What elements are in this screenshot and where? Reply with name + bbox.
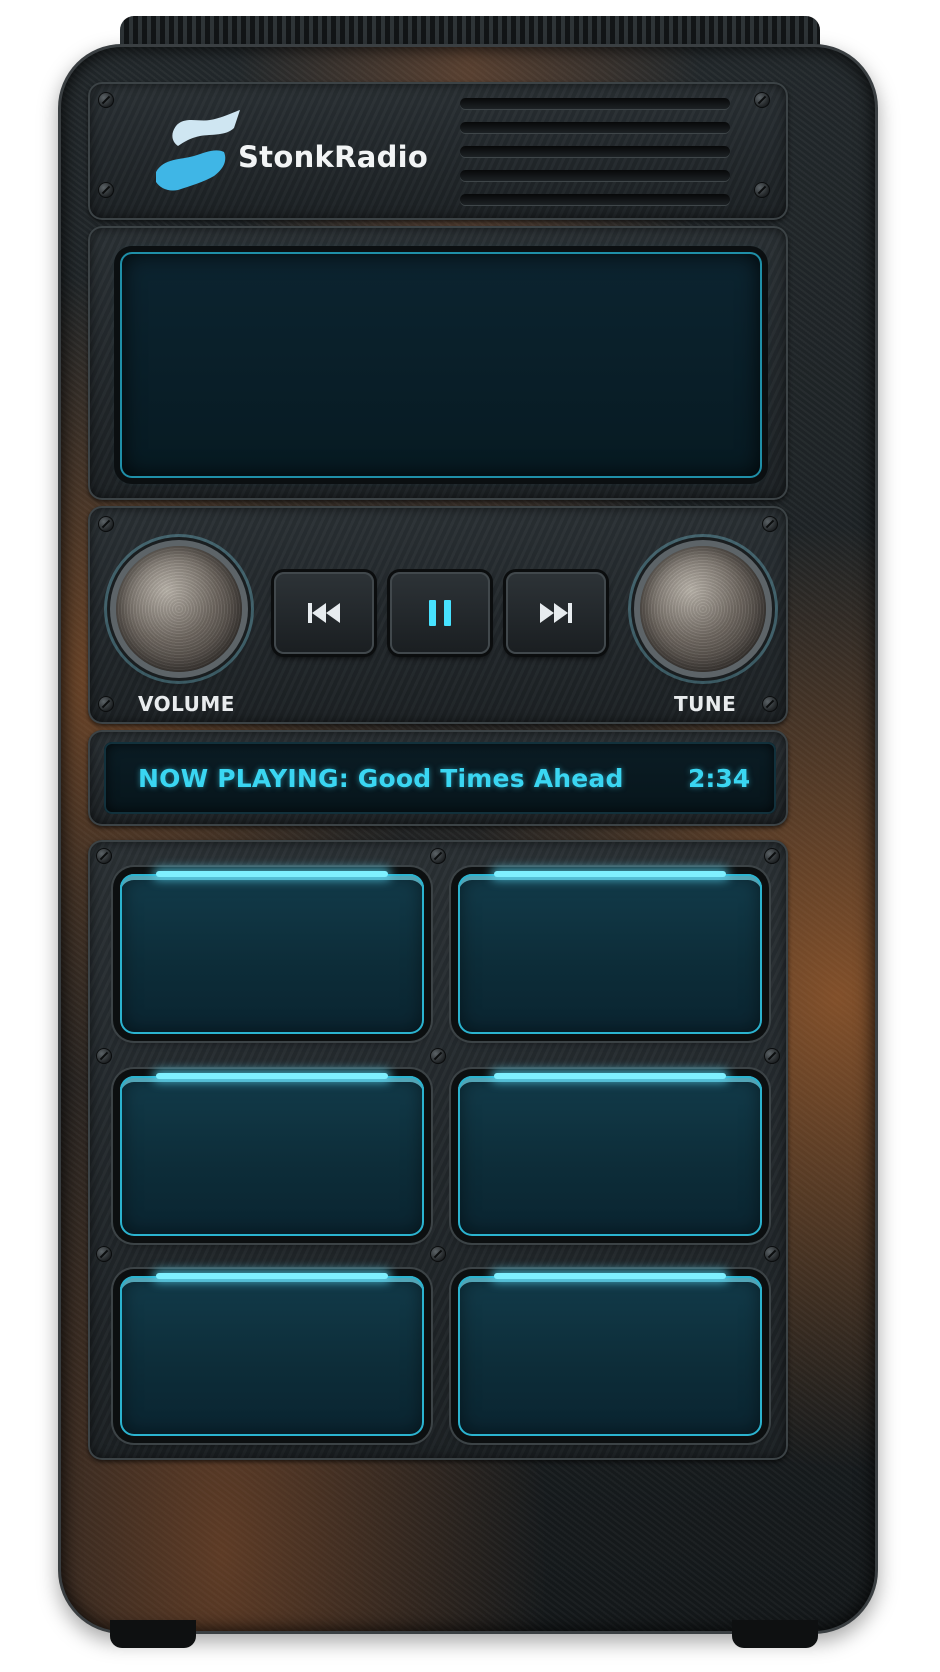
screw <box>98 516 114 532</box>
screw <box>764 1246 780 1262</box>
screw <box>762 516 778 532</box>
screw <box>762 696 778 712</box>
stonk-logo-icon <box>156 110 240 191</box>
right-foot <box>732 1620 818 1648</box>
next-button[interactable] <box>506 572 606 654</box>
preset-button-2[interactable] <box>458 871 762 1034</box>
screw <box>430 1246 446 1262</box>
brand-name: StonkRadio <box>238 140 429 174</box>
preset-button-6[interactable] <box>458 1273 762 1436</box>
volume-knob[interactable] <box>116 546 242 672</box>
tune-knob[interactable] <box>640 546 766 672</box>
previous-button[interactable] <box>274 572 374 654</box>
pause-button[interactable] <box>390 572 490 654</box>
volume-label: VOLUME <box>138 692 235 716</box>
grille-slot <box>460 98 730 109</box>
screw <box>764 1048 780 1064</box>
screw <box>98 92 114 108</box>
grille-slot <box>460 122 730 133</box>
screw <box>98 182 114 198</box>
preset-button-5[interactable] <box>120 1273 424 1436</box>
grille-slot <box>460 146 730 157</box>
skip-back-icon <box>308 603 340 623</box>
screw <box>764 848 780 864</box>
screw <box>754 182 770 198</box>
screw <box>96 1048 112 1064</box>
preset-button-3[interactable] <box>120 1073 424 1236</box>
display-screen <box>120 252 762 478</box>
skip-forward-icon <box>540 603 572 623</box>
left-foot <box>110 1620 196 1648</box>
screw <box>98 696 114 712</box>
screw <box>430 848 446 864</box>
stonk-radio-app: StonkRadio VOLUME TUNE NOW PLAYING: Good… <box>0 0 940 1672</box>
screw <box>430 1048 446 1064</box>
preset-button-1[interactable] <box>120 871 424 1034</box>
tune-label: TUNE <box>674 692 737 716</box>
pause-icon <box>429 600 451 626</box>
grille-slot <box>460 170 730 181</box>
screw <box>96 848 112 864</box>
grille-slot <box>460 194 730 205</box>
screw <box>96 1246 112 1262</box>
now-playing-text: NOW PLAYING: Good Times Ahead <box>138 764 624 793</box>
top-vent <box>120 16 820 46</box>
speaker-grille <box>460 98 730 208</box>
track-time: 2:34 <box>688 764 751 793</box>
screw <box>754 92 770 108</box>
preset-button-4[interactable] <box>458 1073 762 1236</box>
